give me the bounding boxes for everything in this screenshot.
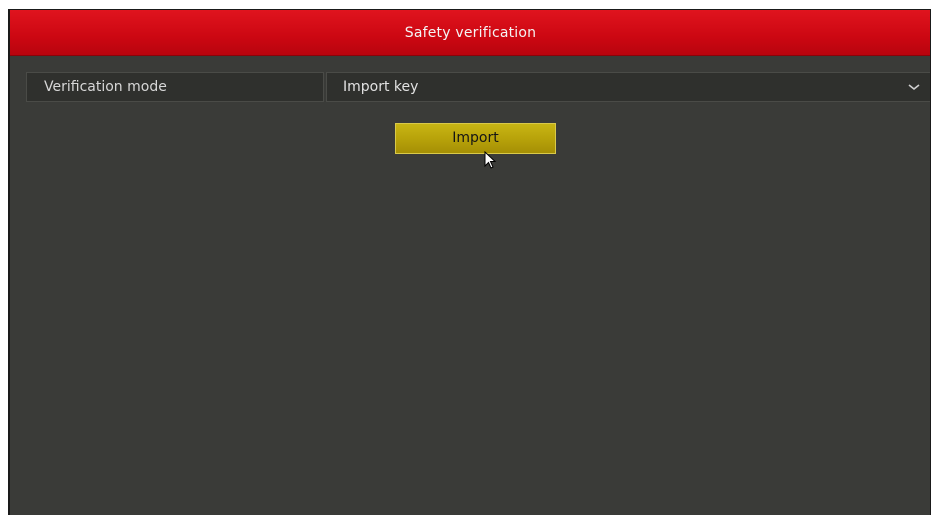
chevron-down-icon[interactable] bbox=[908, 82, 920, 92]
verification-mode-label: Verification mode bbox=[26, 72, 324, 102]
mouse-pointer-icon bbox=[484, 151, 497, 169]
safety-verification-dialog: Safety verification Verification mode Im… bbox=[8, 9, 931, 515]
dialog-title: Safety verification bbox=[404, 24, 537, 41]
verification-mode-select[interactable]: Import key bbox=[326, 72, 931, 102]
dialog-titlebar: Safety verification bbox=[10, 10, 931, 56]
verification-mode-row: Verification mode Import key bbox=[26, 72, 931, 102]
import-button[interactable]: Import bbox=[395, 123, 556, 154]
verification-mode-value: Import key bbox=[343, 79, 419, 95]
